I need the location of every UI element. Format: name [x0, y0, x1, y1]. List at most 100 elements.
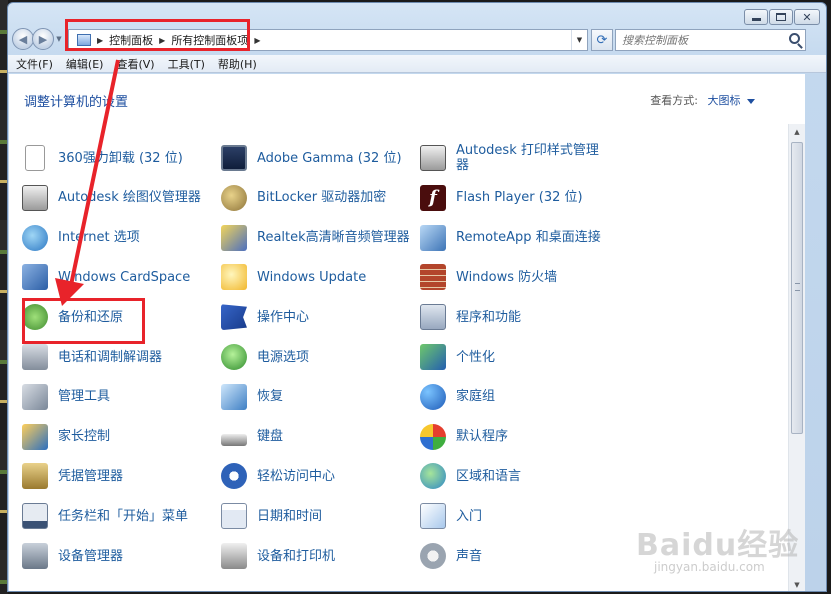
control-panel-item-label: Windows 防火墙 — [456, 269, 558, 285]
control-panel-item[interactable]: 设备和打印机 — [221, 539, 411, 573]
scroll-thumb[interactable] — [791, 142, 803, 434]
flash-icon: f — [420, 184, 446, 211]
control-panel-item[interactable]: Internet 选项 — [22, 221, 212, 255]
control-panel-item[interactable]: Windows Update — [221, 260, 411, 294]
cardspace-icon — [22, 264, 48, 291]
control-panel-item[interactable]: f Flash Player (32 位) — [420, 181, 610, 215]
menu-edit[interactable]: 编辑(E) — [66, 56, 104, 72]
control-panel-item[interactable]: Windows CardSpace — [22, 260, 212, 294]
forward-button[interactable]: ▶ — [32, 28, 54, 50]
maximize-button[interactable] — [769, 9, 793, 25]
control-panel-item-label: 恢复 — [257, 389, 284, 405]
control-panel-item-label: 区域和语言 — [456, 468, 522, 484]
control-panel-window: ✕ ◀ ▶ ▼ ▶ 控制面板 ▶ 所有控制面板项 ▶ ▼ ⟳ 文件(F) 编辑(… — [7, 2, 827, 592]
control-panel-item[interactable]: Adobe Gamma (32 位) — [221, 141, 411, 175]
audio-icon — [221, 224, 247, 251]
control-panel-item[interactable]: 家长控制 — [22, 420, 212, 454]
menu-file[interactable]: 文件(F) — [16, 56, 53, 72]
view-by-dropdown[interactable]: 大图标 — [708, 94, 741, 107]
control-panel-item-label: Windows CardSpace — [58, 269, 191, 285]
firewall-icon — [420, 264, 446, 291]
scroll-up-button[interactable]: ▲ — [789, 124, 805, 140]
control-panel-item-label: 任务栏和「开始」菜单 — [58, 508, 189, 524]
control-panel-item[interactable]: 默认程序 — [420, 420, 610, 454]
control-panel-item-label: 轻松访问中心 — [257, 468, 336, 484]
maximize-icon — [776, 13, 786, 21]
address-dropdown-button[interactable]: ▼ — [571, 30, 587, 50]
control-panel-item[interactable]: Windows 防火墙 — [420, 260, 610, 294]
personalize-icon — [420, 344, 446, 370]
control-panel-item[interactable]: 入门 — [420, 499, 610, 533]
recent-pages-dropdown[interactable]: ▼ — [54, 28, 64, 50]
scroll-down-button[interactable]: ▼ — [789, 577, 805, 591]
control-panel-item[interactable]: 操作中心 — [221, 300, 411, 334]
content-pane: 调整计算机的设置 查看方式: 大图标 360强力卸载 (32 位) Adobe G… — [9, 74, 805, 591]
menu-tools[interactable]: 工具(T) — [168, 56, 205, 72]
control-panel-item[interactable]: 电话和调制解调器 — [22, 340, 212, 374]
chevron-down-icon[interactable] — [747, 98, 755, 104]
credential-icon — [22, 463, 48, 490]
control-panel-item[interactable]: Autodesk 绘图仪管理器 — [22, 181, 212, 215]
control-panel-item[interactable]: BitLocker 驱动器加密 — [221, 181, 411, 215]
plotter-icon — [22, 184, 48, 211]
keys-icon — [221, 184, 247, 211]
watermark: Baidu经验 jingyan.baidu.com — [636, 520, 799, 574]
control-panel-item[interactable]: 恢复 — [221, 380, 411, 414]
minimize-button[interactable] — [744, 9, 768, 25]
control-panel-item-label: Windows Update — [257, 269, 367, 285]
control-panel-item-label: RemoteApp 和桌面连接 — [456, 230, 601, 246]
grip-icon — [795, 283, 800, 291]
control-panel-item[interactable]: 设备管理器 — [22, 539, 212, 573]
breadcrumb-separator-icon[interactable]: ▶ — [254, 36, 260, 45]
default-programs-icon — [420, 423, 446, 450]
refresh-button[interactable]: ⟳ — [591, 29, 613, 51]
getting-started-icon — [420, 503, 446, 530]
search-input[interactable] — [616, 30, 781, 50]
control-panel-item-label: 设备管理器 — [58, 548, 124, 564]
tools-icon — [22, 383, 48, 410]
search-icon[interactable] — [789, 33, 800, 44]
control-panel-item-label: 操作中心 — [257, 309, 310, 325]
annotation-box-backup — [22, 298, 145, 344]
menu-help[interactable]: 帮助(H) — [218, 56, 257, 72]
view-by: 查看方式: 大图标 — [650, 92, 755, 108]
back-arrow-icon: ◀ — [18, 32, 28, 46]
globe-icon — [22, 224, 48, 251]
control-panel-item-label: 电源选项 — [257, 349, 310, 365]
forward-arrow-icon: ▶ — [38, 32, 48, 46]
control-panel-item[interactable]: 个性化 — [420, 340, 610, 374]
control-panel-item-label: 家庭组 — [456, 389, 496, 405]
parental-icon — [22, 423, 48, 450]
nav-buttons: ◀ ▶ ▼ — [12, 28, 64, 50]
back-button[interactable]: ◀ — [12, 28, 34, 50]
close-button[interactable]: ✕ — [794, 9, 820, 25]
control-panel-item[interactable]: RemoteApp 和桌面连接 — [420, 221, 610, 255]
control-panel-item[interactable]: 凭据管理器 — [22, 459, 212, 493]
control-panel-item[interactable]: 管理工具 — [22, 380, 212, 414]
recovery-icon — [221, 383, 247, 410]
flag-icon — [221, 304, 247, 331]
control-panel-item[interactable]: 任务栏和「开始」菜单 — [22, 499, 212, 533]
control-panel-item-label: 个性化 — [456, 349, 496, 365]
control-panel-item[interactable]: 区域和语言 — [420, 459, 610, 493]
minimize-icon — [751, 18, 761, 21]
control-panel-item[interactable]: 家庭组 — [420, 380, 610, 414]
device-manager-icon — [22, 543, 48, 569]
update-icon — [221, 264, 247, 291]
control-panel-item[interactable]: 日期和时间 — [221, 499, 411, 533]
menu-bar: 文件(F) 编辑(E) 查看(V) 工具(T) 帮助(H) — [8, 55, 826, 73]
keyboard-icon — [221, 433, 247, 446]
control-panel-item[interactable]: 360强力卸载 (32 位) — [22, 141, 212, 175]
control-panel-item-label: 声音 — [456, 548, 483, 564]
control-panel-item-label: Adobe Gamma (32 位) — [257, 150, 402, 166]
control-panel-item[interactable]: 电源选项 — [221, 340, 411, 374]
page-title: 调整计算机的设置 — [24, 95, 129, 110]
control-panel-item[interactable]: 轻松访问中心 — [221, 459, 411, 493]
control-panel-item[interactable]: Realtek高清晰音频管理器 — [221, 221, 411, 255]
control-panel-item[interactable]: 键盘 — [221, 420, 411, 454]
control-panel-item-label: 家长控制 — [58, 429, 111, 445]
menu-view[interactable]: 查看(V) — [116, 56, 154, 72]
control-panel-item[interactable]: Autodesk 打印样式管理器 — [420, 141, 610, 175]
control-panel-item[interactable]: 程序和功能 — [420, 300, 610, 334]
control-panel-item[interactable]: 声音 — [420, 539, 610, 573]
